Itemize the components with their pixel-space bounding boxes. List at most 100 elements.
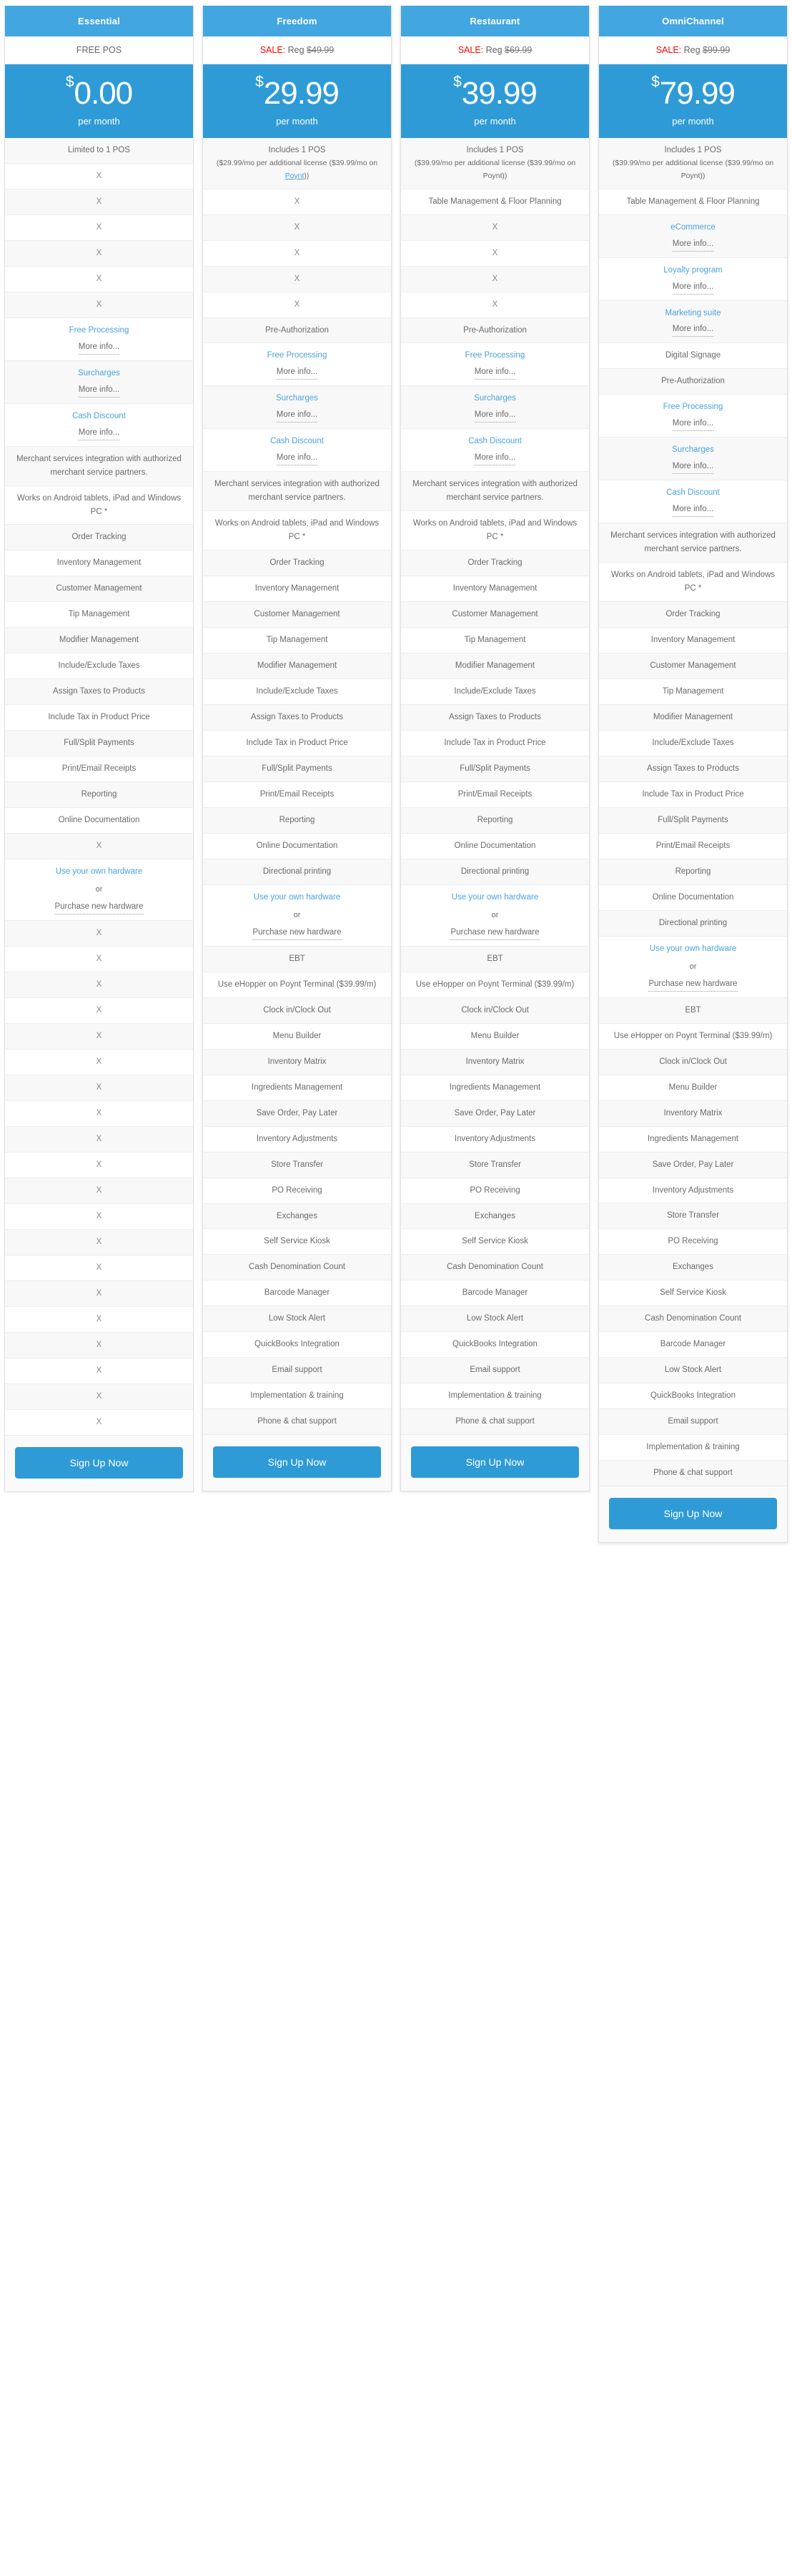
feature-cell-hardware[interactable]: Use your own hardware or Purchase new hard… (599, 937, 787, 998)
feature-link[interactable]: Surcharges (672, 443, 714, 457)
feature-list-restaurant: Includes 1 POS ($39.99/mo per additional … (401, 138, 589, 1436)
poynt-link[interactable]: Poynt (285, 172, 305, 180)
more-info-link[interactable]: More info... (276, 408, 318, 423)
more-info-link[interactable]: More info... (78, 383, 120, 398)
feature-cell-link[interactable]: Free Processing More info... (5, 318, 193, 361)
feature-cell: Inventory Management (401, 576, 589, 603)
feature-cell-hardware[interactable]: Use your own hardware or Purchase new hard… (203, 885, 391, 947)
feature-cell: Inventory Matrix (401, 1049, 589, 1075)
feature-cell: Save Order, Pay Later (599, 1152, 787, 1178)
feature-cell: Clock in/Clock Out (401, 997, 589, 1024)
more-info-link[interactable]: More info... (276, 365, 318, 380)
feature-link[interactable]: Free Processing (663, 400, 723, 414)
more-info-link[interactable]: More info... (78, 340, 120, 355)
more-info-link[interactable]: More info... (672, 322, 714, 337)
feature-cell-pos-license: Includes 1 POS ($39.99/mo per additional … (401, 138, 589, 189)
feature-cell-link[interactable]: Cash Discount More info... (203, 429, 391, 473)
feature-cell-unavailable: X (203, 292, 391, 318)
feature-cell-unavailable: X (5, 972, 193, 999)
feature-cell-link[interactable]: Cash Discount More info... (599, 480, 787, 524)
purchase-new-hardware-link[interactable]: Purchase new hardware (252, 926, 342, 940)
use-own-hardware-link[interactable]: Use your own hardware (254, 891, 340, 904)
feature-cell: Inventory Management (599, 628, 787, 653)
feature-cell-hardware[interactable]: Use your own hardware or Purchase new hard… (5, 859, 193, 922)
use-own-hardware-link[interactable]: Use your own hardware (56, 865, 142, 879)
feature-cell: Assign Taxes to Products (203, 704, 391, 731)
feature-link[interactable]: Surcharges (474, 392, 516, 405)
more-info-link[interactable]: More info... (672, 417, 714, 432)
feature-cell-unavailable: X (5, 1332, 193, 1358)
signup-button-freedom[interactable]: Sign Up Now (213, 1446, 381, 1479)
more-info-link[interactable]: More info... (474, 408, 516, 423)
feature-cell-link[interactable]: Surcharges More info... (401, 386, 589, 430)
more-info-link[interactable]: More info... (474, 365, 516, 380)
sale-original-price: $99.99 (703, 45, 731, 55)
feature-cell-unavailable: X (401, 266, 589, 292)
feature-cell-unavailable: X (5, 947, 193, 973)
more-info-link[interactable]: More info... (672, 460, 714, 475)
purchase-new-hardware-link[interactable]: Purchase new hardware (450, 926, 540, 940)
feature-cell-link[interactable]: Surcharges More info... (599, 438, 787, 481)
plan-headline-omnichannel: SALE: Reg $99.99 (599, 36, 787, 64)
feature-link[interactable]: Surcharges (276, 392, 318, 405)
more-info-link[interactable]: More info... (474, 451, 516, 466)
feature-cell-link[interactable]: Surcharges More info... (203, 386, 391, 430)
feature-link[interactable]: Cash Discount (666, 486, 720, 500)
feature-cell-link[interactable]: Cash Discount More info... (401, 429, 589, 473)
feature-cell: Ingredients Management (401, 1075, 589, 1101)
feature-cell-link[interactable]: Cash Discount More info... (5, 404, 193, 447)
feature-link[interactable]: Cash Discount (468, 435, 522, 448)
plan-column-essential: Essential FREE POS $0.00 per month Limit… (0, 6, 198, 1492)
price-period-omnichannel: per month (672, 116, 714, 127)
more-info-link[interactable]: More info... (276, 451, 318, 466)
signup-button-omnichannel[interactable]: Sign Up Now (609, 1498, 777, 1530)
signup-cell-omnichannel: Sign Up Now (599, 1486, 787, 1543)
feature-link[interactable]: Loyalty program (663, 264, 722, 277)
feature-link[interactable]: Cash Discount (270, 435, 324, 448)
or-separator: or (95, 885, 103, 894)
feature-cell-link[interactable]: Loyalty program More info... (599, 258, 787, 301)
plan-card-restaurant: Restaurant SALE: Reg $69.99 $39.99 per m… (400, 6, 590, 1492)
feature-cell: Reporting (203, 807, 391, 834)
feature-cell: Exchanges (599, 1255, 787, 1281)
feature-cell-link[interactable]: Surcharges More info... (5, 360, 193, 404)
price-period-essential: per month (78, 116, 120, 127)
use-own-hardware-link[interactable]: Use your own hardware (650, 942, 736, 956)
more-info-link[interactable]: More info... (672, 237, 714, 252)
feature-link[interactable]: eCommerce (670, 221, 716, 235)
feature-link[interactable]: Marketing suite (665, 307, 721, 320)
feature-link[interactable]: Cash Discount (72, 410, 126, 423)
signup-button-essential[interactable]: Sign Up Now (15, 1446, 183, 1479)
feature-cell: Works on Android tablets, iPad and Windo… (203, 511, 391, 551)
feature-cell: Cash Denomination Count (401, 1255, 589, 1281)
price-amount-freedom: $29.99 (207, 74, 387, 109)
feature-cell: Print/Email Receipts (401, 782, 589, 808)
feature-cell-link[interactable]: eCommerce More info... (599, 214, 787, 258)
more-info-link[interactable]: More info... (78, 426, 120, 440)
purchase-new-hardware-link[interactable]: Purchase new hardware (648, 977, 738, 992)
feature-cell-link[interactable]: Free Processing More info... (203, 343, 391, 387)
feature-cell: Implementation & training (599, 1435, 787, 1461)
purchase-new-hardware-link[interactable]: Purchase new hardware (54, 900, 144, 915)
feature-cell-link[interactable]: Marketing suite More info... (599, 300, 787, 344)
feature-cell-unavailable: X (5, 292, 193, 318)
use-own-hardware-link[interactable]: Use your own hardware (452, 891, 538, 904)
feature-cell-link[interactable]: Free Processing More info... (401, 343, 589, 387)
feature-cell-unavailable: X (5, 1101, 193, 1127)
feature-link[interactable]: Surcharges (78, 367, 120, 380)
feature-cell: Merchant services integration with autho… (5, 446, 193, 486)
feature-link[interactable]: Free Processing (267, 349, 327, 362)
feature-cell-link[interactable]: Free Processing More info... (599, 395, 787, 438)
feature-cell: Inventory Adjustments (401, 1127, 589, 1153)
feature-cell-unavailable: X (5, 215, 193, 241)
feature-cell-unavailable: X (401, 214, 589, 241)
feature-cell-hardware[interactable]: Use your own hardware or Purchase new hard… (401, 885, 589, 947)
more-info-link[interactable]: More info... (672, 503, 714, 518)
pos-license-note: ($39.99/mo per additional license ($39.9… (414, 158, 576, 180)
signup-button-restaurant[interactable]: Sign Up Now (411, 1446, 579, 1479)
feature-cell: Limited to 1 POS (5, 138, 193, 164)
feature-link[interactable]: Free Processing (465, 349, 525, 362)
feature-cell: Implementation & training (203, 1383, 391, 1410)
feature-link[interactable]: Free Processing (69, 324, 129, 337)
more-info-link[interactable]: More info... (672, 280, 714, 295)
